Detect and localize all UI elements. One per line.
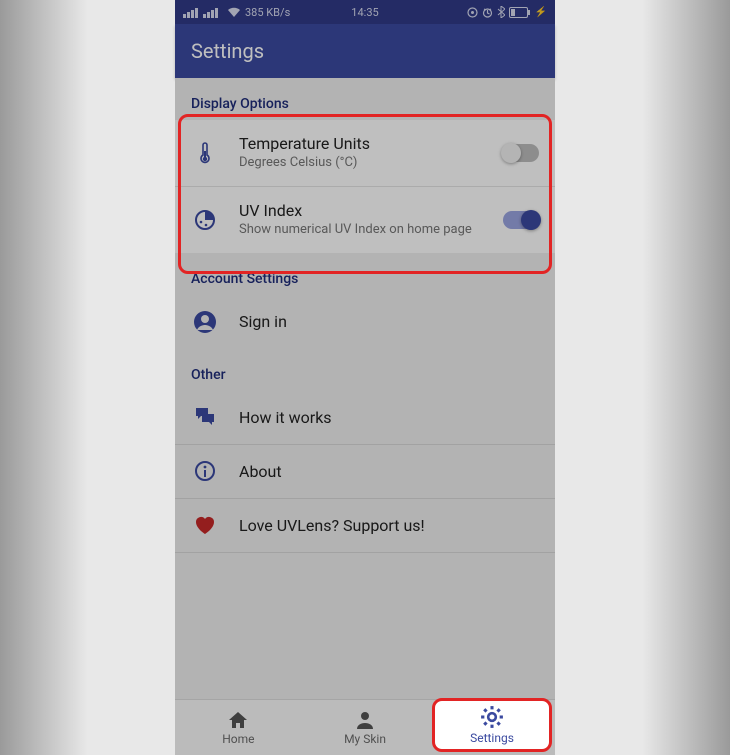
bottom-nav: Home My Skin Settings (175, 699, 555, 755)
row-sign-in[interactable]: Sign in (175, 295, 555, 349)
section-header-other: Other (175, 349, 555, 391)
toggle-uv-index[interactable] (503, 211, 539, 229)
nav-settings[interactable]: Settings (428, 700, 555, 755)
row-title: How it works (239, 408, 332, 427)
bluetooth-icon (497, 6, 505, 18)
gear-icon (481, 709, 503, 731)
row-subtitle: Degrees Celsius (°C) (239, 155, 493, 172)
row-title: About (239, 462, 282, 481)
row-title: Temperature Units (239, 134, 493, 153)
content-area: Display Options Temperature Units Degree… (175, 78, 555, 699)
row-about[interactable]: About (175, 445, 555, 499)
nav-home[interactable]: Home (175, 700, 302, 755)
row-title: Sign in (239, 312, 287, 331)
network-speed: 385 KB/s (245, 6, 290, 19)
chat-icon (191, 406, 219, 428)
row-title: UV Index (239, 201, 493, 220)
info-icon (191, 460, 219, 482)
phone-frame: 385 KB/s 14:35 ⚡ Settings Display Option… (175, 0, 555, 755)
row-uv-index[interactable]: UV Index Show numerical UV Index on home… (175, 186, 555, 253)
nav-my-skin[interactable]: My Skin (302, 700, 429, 755)
home-icon (227, 710, 249, 730)
signal-icon (183, 6, 223, 18)
display-options-card: Temperature Units Degrees Celsius (°C) U… (175, 120, 555, 253)
wifi-icon (227, 6, 241, 18)
section-header-display: Display Options (175, 78, 555, 120)
lock-icon (467, 7, 478, 18)
charging-icon: ⚡ (535, 7, 547, 18)
row-title: Love UVLens? Support us! (239, 516, 425, 535)
row-how-it-works[interactable]: How it works (175, 391, 555, 445)
page-title: Settings (191, 39, 264, 63)
row-temperature-units[interactable]: Temperature Units Degrees Celsius (°C) (175, 120, 555, 186)
nav-label: My Skin (344, 732, 386, 746)
app-bar: Settings (175, 24, 555, 78)
alarm-icon (482, 7, 493, 18)
battery-icon (509, 7, 531, 18)
person-icon (355, 710, 375, 730)
nav-label: Home (222, 732, 254, 746)
status-bar: 385 KB/s 14:35 ⚡ (175, 0, 555, 24)
heart-icon (191, 515, 219, 535)
section-header-account: Account Settings (175, 253, 555, 295)
row-support-us[interactable]: Love UVLens? Support us! (175, 499, 555, 553)
nav-label: Settings (470, 733, 514, 747)
status-time: 14:35 (351, 6, 378, 19)
uv-index-icon (191, 209, 219, 231)
account-icon (191, 310, 219, 334)
thermometer-icon (191, 141, 219, 165)
toggle-temperature-units[interactable] (503, 144, 539, 162)
row-subtitle: Show numerical UV Index on home page (239, 222, 493, 239)
